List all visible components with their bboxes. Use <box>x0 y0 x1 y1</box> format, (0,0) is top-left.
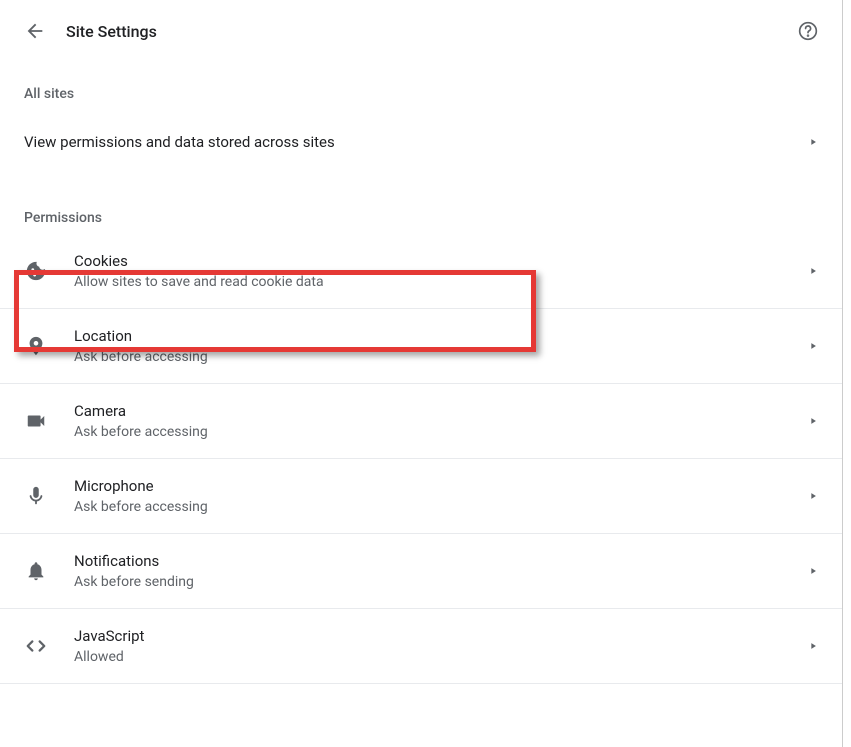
chevron-right-icon <box>808 491 818 501</box>
row-camera[interactable]: Camera Ask before accessing <box>0 384 842 459</box>
row-notifications[interactable]: Notifications Ask before sending <box>0 534 842 609</box>
row-subtitle: Ask before accessing <box>74 424 808 440</box>
row-title: Cookies <box>74 252 808 270</box>
row-subtitle: Allowed <box>74 649 808 665</box>
cookie-icon <box>24 259 48 283</box>
row-subtitle: Ask before sending <box>74 574 808 590</box>
help-icon[interactable] <box>798 21 818 41</box>
row-view-permissions[interactable]: View permissions and data stored across … <box>0 110 842 174</box>
chevron-right-icon <box>808 416 818 426</box>
row-subtitle: Allow sites to save and read cookie data <box>74 274 808 290</box>
row-title: Notifications <box>74 552 808 570</box>
row-title: Camera <box>74 402 808 420</box>
chevron-right-icon <box>808 341 818 351</box>
camera-icon <box>24 409 48 433</box>
row-title: Microphone <box>74 477 808 495</box>
row-title: View permissions and data stored across … <box>24 133 808 151</box>
row-subtitle: Ask before accessing <box>74 499 808 515</box>
row-title: Location <box>74 327 808 345</box>
row-javascript[interactable]: JavaScript Allowed <box>0 609 842 684</box>
chevron-right-icon <box>808 641 818 651</box>
code-icon <box>24 634 48 658</box>
chevron-right-icon <box>808 137 818 147</box>
bell-icon <box>24 559 48 583</box>
header: Site Settings <box>0 0 842 62</box>
page-title: Site Settings <box>66 22 778 41</box>
location-icon <box>24 334 48 358</box>
microphone-icon <box>24 484 48 508</box>
row-microphone[interactable]: Microphone Ask before accessing <box>0 459 842 534</box>
row-title: JavaScript <box>74 627 808 645</box>
row-subtitle: Ask before accessing <box>74 349 808 365</box>
row-location[interactable]: Location Ask before accessing <box>0 309 842 384</box>
chevron-right-icon <box>808 266 818 276</box>
back-arrow-icon[interactable] <box>24 20 46 42</box>
row-cookies[interactable]: Cookies Allow sites to save and read coo… <box>0 234 842 309</box>
chevron-right-icon <box>808 566 818 576</box>
section-label-all-sites: All sites <box>0 74 842 110</box>
section-label-permissions: Permissions <box>0 198 842 234</box>
